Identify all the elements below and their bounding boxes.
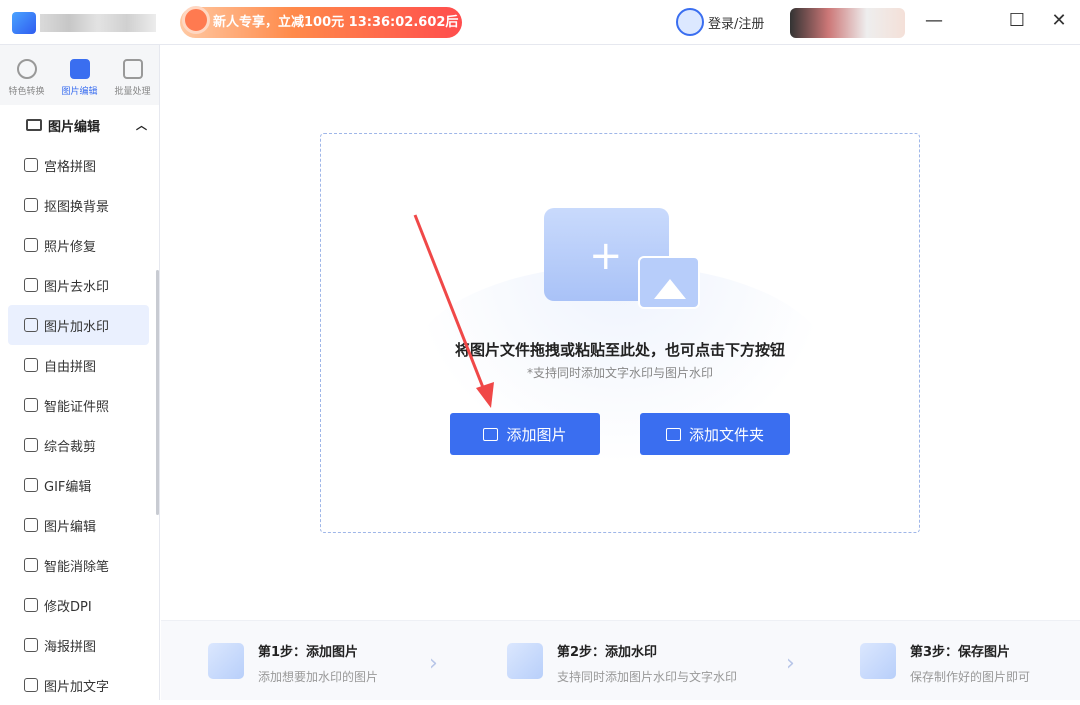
step-desc: 支持同时添加图片水印与文字水印	[557, 670, 738, 684]
step-3: 第3步：保存图片保存制作好的图片即可	[860, 643, 1030, 685]
add-image-step-icon	[208, 643, 244, 679]
annotation-arrow	[413, 214, 494, 408]
chevron-right-icon: ›	[429, 651, 438, 676]
step-1: 第1步：添加图片添加想要加水印的图片	[208, 643, 378, 685]
steps-bar: 第1步：添加图片添加想要加水印的图片 › 第2步：添加水印支持同时添加图片水印与…	[161, 620, 1080, 700]
watermark-step-icon	[507, 643, 543, 679]
step-title: 第2步：添加水印	[557, 645, 658, 660]
step-desc: 保存制作好的图片即可	[910, 670, 1031, 684]
save-step-icon	[860, 643, 896, 679]
chevron-right-icon: ›	[786, 651, 795, 676]
step-title: 第3步：保存图片	[910, 645, 1011, 660]
step-2: 第2步：添加水印支持同时添加图片水印与文字水印	[507, 643, 737, 685]
step-title: 第1步：添加图片	[258, 645, 359, 660]
step-desc: 添加想要加水印的图片	[258, 670, 379, 684]
